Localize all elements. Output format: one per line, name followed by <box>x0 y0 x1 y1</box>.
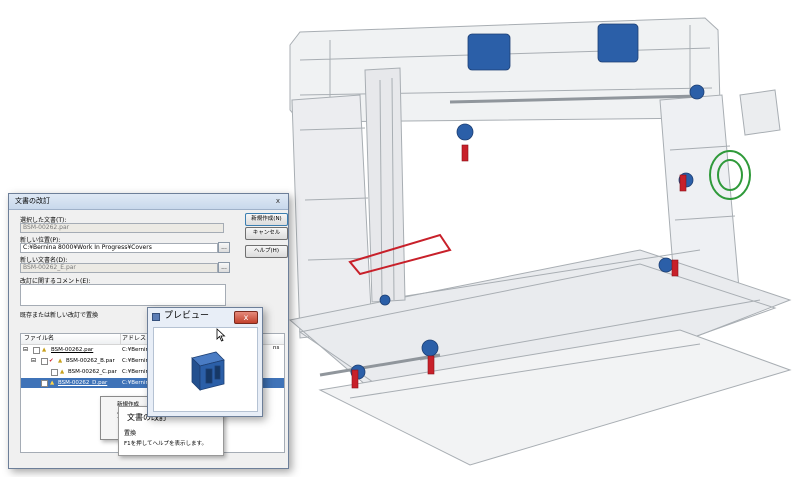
table-caption: 既存または新しい改訂で置換 <box>20 312 99 319</box>
part-file-icon: ▲ <box>50 380 55 386</box>
selected-doc-field: BSM-00262.par <box>20 223 224 233</box>
row-filename: BSM-00262_D.par <box>58 380 108 386</box>
column-fragment: ns <box>273 345 280 351</box>
dialog-title: 文書の改訂 <box>15 197 50 205</box>
row-filename: BSM-00262_C.par <box>68 369 117 375</box>
part-file-icon: ▲ <box>58 358 63 364</box>
row-checkbox[interactable] <box>33 347 40 354</box>
comment-textarea[interactable] <box>20 284 226 306</box>
row-filename: BSM-00262.par <box>51 347 94 353</box>
row-checkbox[interactable] <box>41 358 48 365</box>
browse-location-button[interactable]: ... <box>218 242 230 253</box>
preview-window: プレビュー x <box>147 307 263 417</box>
new-revision-button[interactable]: 新規作成(N) <box>245 213 288 226</box>
preview-title: プレビュー <box>164 311 210 321</box>
help-button[interactable]: ヘルプ(H) <box>245 245 288 258</box>
part-file-icon: ▲ <box>42 347 47 353</box>
checkmark-icon: ✔ <box>49 358 54 364</box>
close-icon[interactable]: x <box>234 311 258 324</box>
new-name-field[interactable]: BSM-00262_E.par <box>20 263 218 273</box>
collapse-icon[interactable]: ⊟ <box>23 345 28 355</box>
row-checkbox[interactable] <box>41 380 48 387</box>
preview-canvas <box>153 327 258 412</box>
cancel-button[interactable]: キャンセル <box>245 227 288 240</box>
collapse-icon[interactable]: ⊟ <box>31 356 36 366</box>
browse-name-button[interactable]: ... <box>218 262 230 273</box>
mouse-cursor-icon <box>216 328 226 342</box>
column-header-filename[interactable]: ファイル名 <box>21 334 121 344</box>
row-checkbox[interactable] <box>51 369 58 376</box>
close-icon[interactable]: x <box>271 196 285 206</box>
new-location-field[interactable]: C:¥Bernina 8000¥Work In Progress¥Covers <box>20 243 218 253</box>
tooltip-description: F1を押してヘルプを表示します。 <box>124 441 207 447</box>
part-thumbnail-icon <box>191 351 225 391</box>
part-file-icon: ▲ <box>60 369 65 375</box>
dialog-title-bar: 文書の改訂 x <box>9 194 288 210</box>
preview-title-bar: プレビュー x <box>148 308 262 325</box>
tooltip-heading: 置換 <box>124 430 137 437</box>
row-filename: BSM-00262_B.par <box>66 358 115 364</box>
preview-window-icon <box>152 313 160 321</box>
